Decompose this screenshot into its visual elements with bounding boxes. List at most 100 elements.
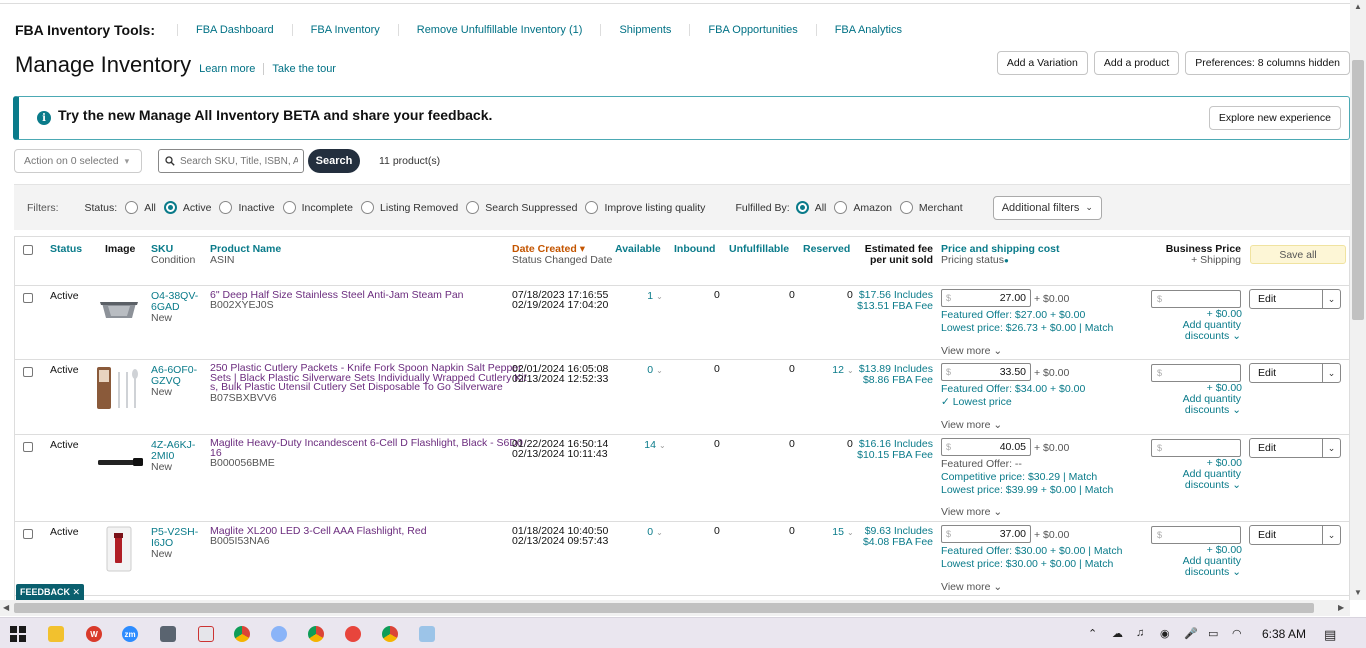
col-unfulfillable[interactable]: Unfulfillable bbox=[729, 244, 789, 255]
view-more-link[interactable]: View more ⌄ bbox=[941, 420, 1002, 431]
horizontal-scroll-thumb[interactable] bbox=[14, 603, 1314, 613]
microphone-icon[interactable]: 🎤 bbox=[1184, 627, 1198, 640]
status-all-radio[interactable]: All bbox=[125, 201, 156, 214]
business-price-input[interactable]: $ bbox=[1151, 439, 1241, 457]
additional-filters-button[interactable]: Additional filters ⌄ bbox=[992, 195, 1102, 220]
shipments-link[interactable]: Shipments bbox=[600, 24, 689, 36]
notifications-icon[interactable]: ▤ bbox=[1324, 627, 1336, 643]
business-price-input[interactable]: $ bbox=[1151, 526, 1241, 544]
featured-offer[interactable]: Featured Offer: $30.00 + $0.00 | Match bbox=[941, 546, 1122, 557]
col-available[interactable]: Available bbox=[615, 244, 661, 255]
flashlight-thumbnail[interactable] bbox=[95, 455, 145, 469]
chrome-icon[interactable] bbox=[234, 626, 250, 642]
vertical-scrollbar[interactable]: ▲ ▼ bbox=[1350, 0, 1366, 600]
row-sku[interactable]: 4Z-A6KJ- 2MI0 bbox=[151, 440, 195, 461]
fba-inventory-link[interactable]: FBA Inventory bbox=[291, 24, 398, 36]
notepad-icon[interactable] bbox=[419, 626, 435, 642]
row-available[interactable]: 0 ⌄ bbox=[635, 526, 675, 538]
horizontal-scrollbar[interactable]: ◀ ▶ bbox=[0, 600, 1350, 616]
status-improve-quality-radio[interactable]: Improve listing quality bbox=[585, 201, 705, 214]
vertical-scroll-thumb[interactable] bbox=[1352, 60, 1364, 320]
row-available[interactable]: 14 ⌄ bbox=[635, 439, 675, 451]
status-search-suppressed-radio[interactable]: Search Suppressed bbox=[466, 201, 577, 214]
search-input[interactable] bbox=[180, 155, 298, 167]
edit-button[interactable]: Edit ⌄ bbox=[1249, 363, 1341, 383]
status-inactive-radio[interactable]: Inactive bbox=[219, 201, 275, 214]
onedrive-icon[interactable]: ☁ bbox=[1112, 627, 1123, 640]
competitive-price[interactable]: Competitive price: $30.29 | Match bbox=[941, 472, 1097, 483]
price-input[interactable]: $27.00 bbox=[941, 289, 1031, 307]
col-status[interactable]: Status bbox=[50, 244, 82, 255]
row-checkbox[interactable] bbox=[23, 367, 33, 377]
info-icon[interactable]: ● bbox=[1004, 256, 1009, 265]
paint-icon[interactable] bbox=[198, 626, 214, 642]
add-quantity-discounts-link[interactable]: Add quantity discounts ⌄ bbox=[1175, 469, 1241, 490]
bulk-action-select[interactable]: Action on 0 selected ▾ bbox=[14, 149, 142, 173]
business-price-input[interactable]: $ bbox=[1151, 364, 1241, 382]
scroll-down-icon[interactable]: ▼ bbox=[1350, 588, 1366, 597]
add-product-button[interactable]: Add a product bbox=[1093, 51, 1180, 75]
zoom-icon[interactable]: zm bbox=[122, 626, 138, 642]
row-fee[interactable]: $9.63 Includes $4.08 FBA Fee bbox=[855, 526, 933, 547]
fba-analytics-link[interactable]: FBA Analytics bbox=[815, 24, 920, 36]
file-explorer-icon[interactable] bbox=[48, 626, 64, 642]
view-more-link[interactable]: View more ⌄ bbox=[941, 582, 1002, 593]
battery-icon[interactable]: ▭ bbox=[1208, 627, 1218, 640]
row-product-name[interactable]: Maglite Heavy-Duty Incandescent 6-Cell D… bbox=[210, 438, 523, 458]
scroll-left-icon[interactable]: ◀ bbox=[3, 603, 9, 612]
wifi-icon[interactable]: ◠ bbox=[1232, 627, 1242, 640]
steam-pan-thumbnail[interactable] bbox=[99, 298, 139, 324]
view-more-link[interactable]: View more ⌄ bbox=[941, 346, 1002, 357]
lowest-price[interactable]: Lowest price: $39.99 + $0.00 | Match bbox=[941, 485, 1113, 496]
price-input[interactable]: $40.05 bbox=[941, 438, 1031, 456]
row-product-name[interactable]: 250 Plastic Cutlery Packets - Knife Fork… bbox=[210, 363, 527, 393]
cutlery-thumbnail[interactable] bbox=[95, 364, 143, 412]
col-reserved[interactable]: Reserved bbox=[803, 244, 850, 255]
status-active-radio[interactable]: Active bbox=[163, 201, 211, 214]
col-sku[interactable]: SKU Condition bbox=[151, 244, 195, 266]
chrome-profile-icon[interactable] bbox=[382, 626, 398, 642]
feedback-button[interactable]: FEEDBACK ✕ bbox=[16, 584, 84, 600]
status-incomplete-radio[interactable]: Incomplete bbox=[282, 201, 353, 214]
volume-icon[interactable]: ♫ bbox=[1136, 627, 1144, 639]
remove-unfulfillable-link[interactable]: Remove Unfulfillable Inventory (1) bbox=[397, 24, 601, 36]
scroll-right-icon[interactable]: ▶ bbox=[1338, 603, 1344, 612]
fulfilled-amazon-radio[interactable]: Amazon bbox=[834, 201, 892, 214]
wps-office-icon[interactable]: W bbox=[86, 626, 102, 642]
search-button[interactable]: Search bbox=[308, 149, 360, 173]
col-product-name[interactable]: Product Name ASIN bbox=[210, 244, 281, 266]
edit-button[interactable]: Edit ⌄ bbox=[1249, 289, 1341, 309]
preferences-button[interactable]: Preferences: 8 columns hidden bbox=[1185, 51, 1350, 75]
status-listing-removed-radio[interactable]: Listing Removed bbox=[361, 201, 458, 214]
row-sku[interactable]: P5-V2SH- I6JO bbox=[151, 527, 198, 548]
chrome-profile-icon[interactable] bbox=[308, 626, 324, 642]
col-date-created[interactable]: Date Created ▾ Status Changed Date bbox=[512, 244, 612, 266]
select-all-checkbox[interactable] bbox=[23, 245, 33, 255]
row-sku[interactable]: O4-38QV- 6GAD bbox=[151, 291, 198, 312]
edit-button[interactable]: Edit ⌄ bbox=[1249, 525, 1341, 545]
add-quantity-discounts-link[interactable]: Add quantity discounts ⌄ bbox=[1175, 320, 1241, 341]
save-all-button[interactable]: Save all bbox=[1250, 245, 1346, 264]
add-quantity-discounts-link[interactable]: Add quantity discounts ⌄ bbox=[1175, 394, 1241, 415]
row-fee[interactable]: $16.16 Includes $10.15 FBA Fee bbox=[855, 439, 933, 460]
add-quantity-discounts-link[interactable]: Add quantity discounts ⌄ bbox=[1175, 556, 1241, 577]
col-price-shipping[interactable]: Price and shipping cost Pricing status● bbox=[941, 244, 1059, 266]
view-more-link[interactable]: View more ⌄ bbox=[941, 507, 1002, 518]
maglite-red-thumbnail[interactable] bbox=[103, 525, 135, 573]
take-tour-link[interactable]: Take the tour bbox=[272, 63, 336, 75]
row-checkbox[interactable] bbox=[23, 442, 33, 452]
photos-icon[interactable] bbox=[271, 626, 287, 642]
fulfilled-all-radio[interactable]: All bbox=[795, 201, 826, 214]
explore-new-experience-button[interactable]: Explore new experience bbox=[1208, 106, 1341, 130]
row-checkbox[interactable] bbox=[23, 529, 33, 539]
add-variation-button[interactable]: Add a Variation bbox=[996, 51, 1088, 75]
chevron-up-icon[interactable]: ⌃ bbox=[1088, 627, 1097, 640]
row-available[interactable]: 1 ⌄ bbox=[635, 290, 675, 302]
scroll-up-icon[interactable]: ▲ bbox=[1350, 2, 1366, 11]
fulfilled-merchant-radio[interactable]: Merchant bbox=[899, 201, 963, 214]
fba-opportunities-link[interactable]: FBA Opportunities bbox=[689, 24, 815, 36]
windows-start-icon[interactable] bbox=[10, 626, 26, 642]
lowest-price[interactable]: Lowest price: $26.73 + $0.00 | Match bbox=[941, 323, 1113, 334]
learn-more-link[interactable]: Learn more bbox=[199, 63, 265, 75]
lowest-price[interactable]: Lowest price: $30.00 + $0.00 | Match bbox=[941, 559, 1113, 570]
